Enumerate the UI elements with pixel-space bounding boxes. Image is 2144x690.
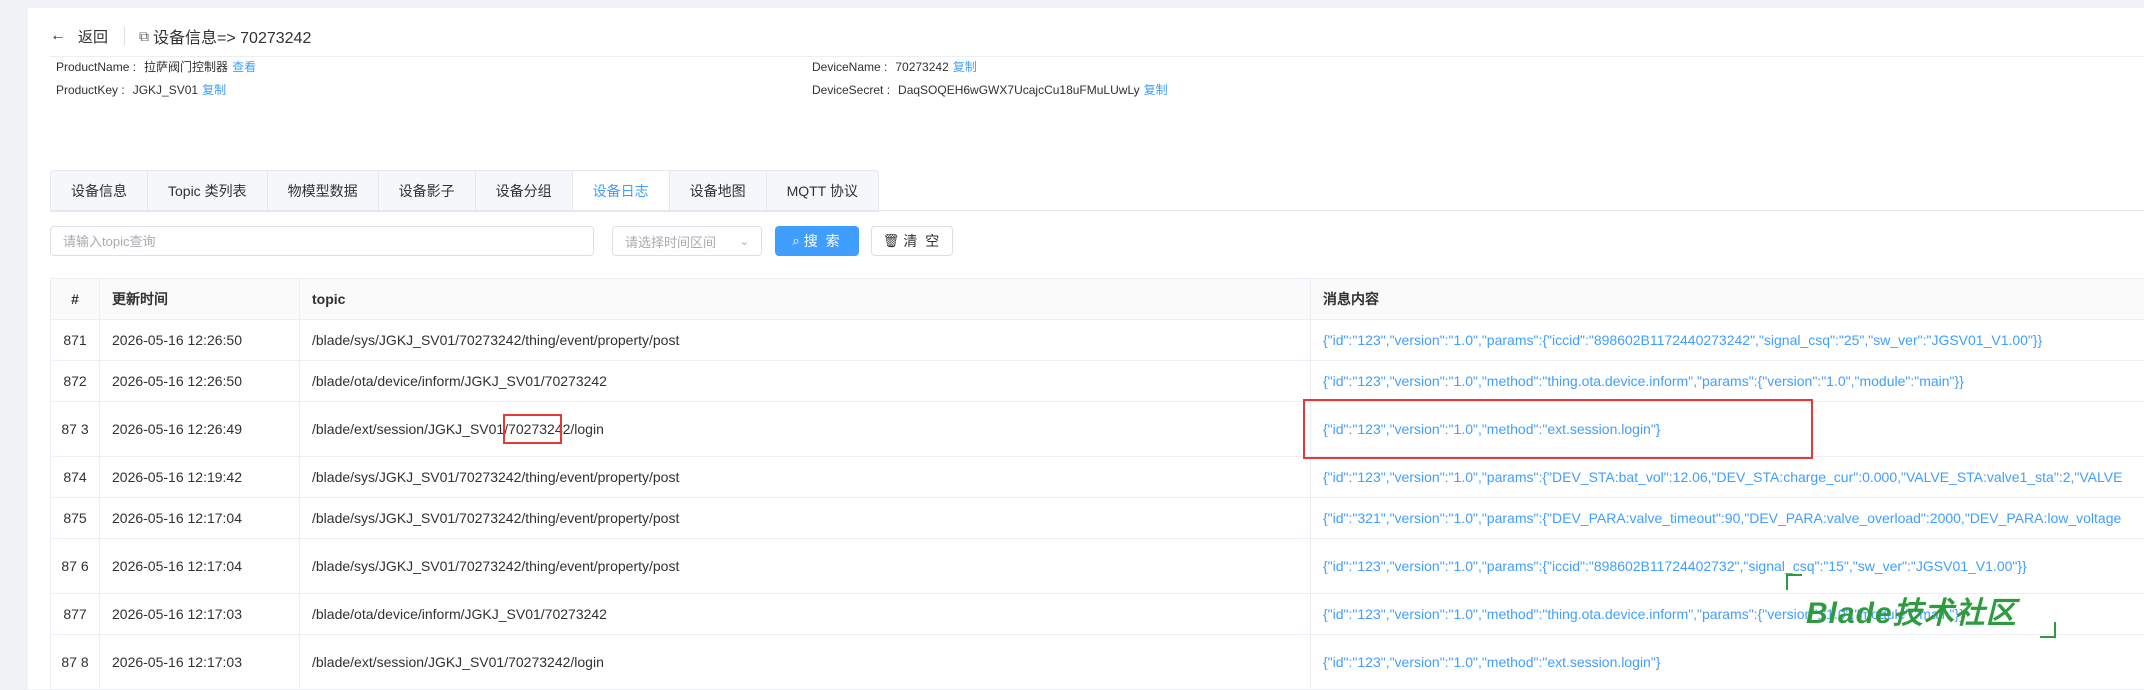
device-icon: ⧉ [139,27,150,44]
row-time: 2026-05-16 12:26:49 [100,402,300,456]
info-device-secret: DeviceSecret : DaqSOQEH6wGWX7UcajcCu18uF… [812,81,1168,98]
row-message[interactable]: {"id":"123","version":"1.0","params":{"i… [1311,320,2144,360]
search-icon: ⌕ [792,233,800,248]
row-message[interactable]: {"id":"123","version":"1.0","method":"th… [1311,594,2144,634]
row-time: 2026-05-16 12:17:03 [100,594,300,634]
row-time: 2026-05-16 12:17:04 [100,539,300,593]
topic-search-input[interactable] [50,226,594,256]
tab-thing-model[interactable]: 物模型数据 [268,171,379,211]
row-index: 875 [51,498,100,538]
watermark-corner-bottom-right [2040,622,2056,638]
row-time: 2026-05-16 12:17:03 [100,635,300,689]
row-message[interactable]: {"id":"123","version":"1.0","method":"ex… [1311,402,2144,456]
row-index: 872 [51,361,100,401]
header-message: 消息内容 [1323,291,1379,307]
info-device-name: DeviceName : 70273242 复制 [812,58,977,75]
device-tabs: 设备信息 Topic 类列表 物模型数据 设备影子 设备分组 设备日志 设备地图… [50,170,879,212]
watermark-text: Blade技术社区 [1806,597,2017,630]
row-topic: /blade/sys/JGKJ_SV01/70273242/thing/even… [300,539,1311,593]
row-message[interactable]: {"id":"123","version":"1.0","method":"th… [1311,361,2144,401]
table-row[interactable]: 87 3 2026-05-16 12:26:49 /blade/ext/sess… [51,402,2144,457]
row-time: 2026-05-16 12:26:50 [100,361,300,401]
row-index: 87 3 [51,402,100,456]
clear-button-label: 清 空 [903,233,942,249]
header-index: # [51,279,100,319]
device-secret-value: DaqSOQEH6wGWX7UcajcCu18uFMuLUwLy [898,82,1140,97]
tab-device-info[interactable]: 设备信息 [51,171,148,211]
tab-mqtt-protocol[interactable]: MQTT 协议 [767,171,878,211]
product-name-key: ProductName : [56,59,137,74]
row-topic: /blade/sys/JGKJ_SV01/70273242/thing/even… [300,457,1311,497]
search-button-label: 搜 索 [803,233,842,249]
product-name-value: 拉萨阀门控制器 [144,60,229,74]
row-topic: /blade/ext/session/JGKJ_SV01/70273242/lo… [300,635,1311,689]
chevron-down-icon: ⌄ [739,235,749,248]
watermark-corner-top-left [1786,574,1802,590]
table-row[interactable]: 871 2026-05-16 12:26:50 /blade/sys/JGKJ_… [51,320,2144,361]
page-title-text: 设备信息=> 70273242 [153,30,312,47]
row-index: 874 [51,457,100,497]
row-index: 877 [51,594,100,634]
tab-device-log[interactable]: 设备日志 [572,171,670,211]
row-index: 871 [51,320,100,360]
product-key-key: ProductKey : [56,82,125,97]
row-topic: /blade/sys/JGKJ_SV01/70273242/thing/even… [300,498,1311,538]
tab-topic-list[interactable]: Topic 类列表 [148,171,268,211]
row-time: 2026-05-16 12:26:50 [100,320,300,360]
table-row[interactable]: 875 2026-05-16 12:17:04 /blade/sys/JGKJ_… [51,498,2144,539]
device-name-key: DeviceName : [812,59,888,74]
tab-device-shadow[interactable]: 设备影子 [379,171,476,211]
device-name-value: 70273242 [895,59,949,74]
arrow-left-icon: ← [50,27,66,44]
device-secret-key: DeviceSecret : [812,82,891,97]
row-index: 87 6 [51,539,100,593]
table-header-row: # 更新时间 topic 消息内容 [51,279,2144,320]
back-label: 返回 [78,28,109,46]
header-divider [124,27,126,45]
info-product-key: ProductKey : JGKJ_SV01 复制 [56,81,226,98]
page-title: ⧉ 设备信息=> 70273242 [139,24,311,48]
back-button[interactable]: ← 返回 [50,26,108,47]
page-header: ← 返回 ⧉ 设备信息=> 70273242 [50,16,311,56]
row-topic: /blade/ota/device/inform/JGKJ_SV01/70273… [300,594,1311,634]
row-topic: /blade/sys/JGKJ_SV01/70273242/thing/even… [300,320,1311,360]
trash-icon: 🗑 [882,233,900,248]
table-row[interactable]: 87 6 2026-05-16 12:17:04 /blade/sys/JGKJ… [51,539,2144,594]
tab-device-group[interactable]: 设备分组 [476,171,573,211]
copy-device-name-link[interactable]: 复制 [953,58,977,75]
product-key-value: JGKJ_SV01 [132,82,199,97]
row-message[interactable]: {"id":"123","version":"1.0","params":{"D… [1311,457,2144,497]
table-row[interactable]: 874 2026-05-16 12:19:42 /blade/sys/JGKJ_… [51,457,2144,498]
row-message[interactable]: {"id":"123","version":"1.0","method":"ex… [1311,635,2144,689]
row-index: 87 8 [51,635,100,689]
row-time: 2026-05-16 12:17:04 [100,498,300,538]
table-row[interactable]: 87 8 2026-05-16 12:17:03 /blade/ext/sess… [51,635,2144,690]
tab-device-map[interactable]: 设备地图 [670,171,767,211]
header-time: 更新时间 [100,279,300,319]
row-topic: /blade/ext/session/JGKJ_SV01/70273242/lo… [300,402,1311,456]
row-message[interactable]: {"id":"321","version":"1.0","params":{"D… [1311,498,2144,538]
table-row[interactable]: 872 2026-05-16 12:26:50 /blade/ota/devic… [51,361,2144,402]
search-button[interactable]: ⌕ 搜 索 [775,226,859,256]
date-range-placeholder: 请选择时间区间 [625,234,717,250]
tabs-divider [50,210,2144,211]
date-range-select[interactable]: 请选择时间区间 ⌄ [612,226,762,256]
device-detail-card: ← 返回 ⧉ 设备信息=> 70273242 ProductName : 拉萨阀… [28,8,2144,690]
copy-device-secret-link[interactable]: 复制 [1144,81,1168,98]
view-product-link[interactable]: 查看 [232,58,256,75]
header-divider-line [50,56,2144,57]
header-topic: topic [300,279,1311,319]
row-message[interactable]: {"id":"123","version":"1.0","params":{"i… [1311,539,2144,593]
clear-button[interactable]: 🗑 清 空 [871,226,953,256]
row-time: 2026-05-16 12:19:42 [100,457,300,497]
row-topic: /blade/ota/device/inform/JGKJ_SV01/70273… [300,361,1311,401]
info-product-name: ProductName : 拉萨阀门控制器 查看 [56,58,256,75]
copy-product-key-link[interactable]: 复制 [202,81,226,98]
